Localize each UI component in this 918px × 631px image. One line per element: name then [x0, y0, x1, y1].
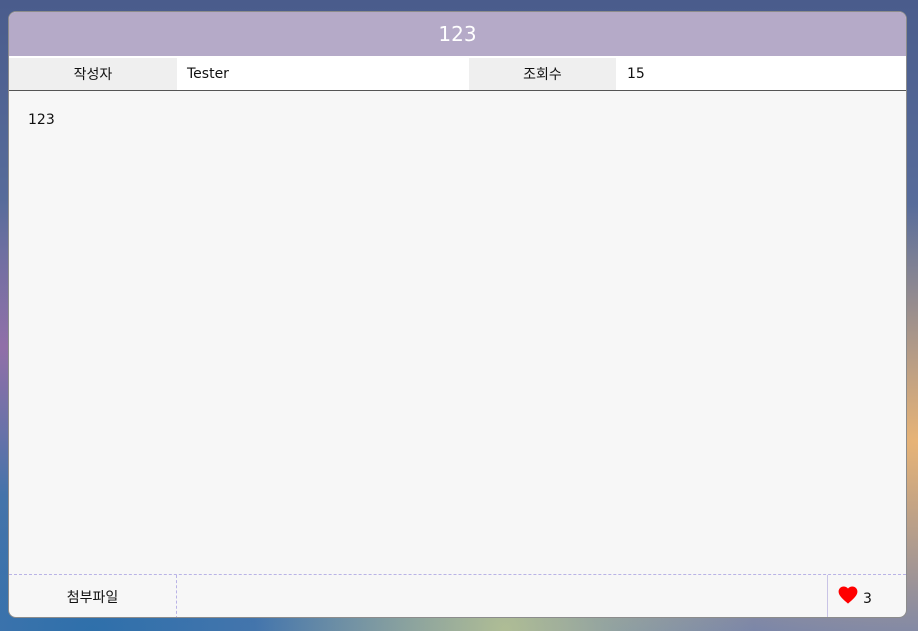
post-meta-row: 작성자 Tester 조회수 15 — [9, 56, 906, 91]
post-card: 123 작성자 Tester 조회수 15 123 첨부파일 3 — [8, 11, 907, 618]
attachment-label: 첨부파일 — [9, 575, 177, 617]
views-label: 조회수 — [469, 58, 616, 90]
post-title: 123 — [9, 12, 906, 56]
views-value: 15 — [627, 66, 645, 82]
like-count: 3 — [863, 591, 872, 607]
author-label: 작성자 — [9, 58, 177, 90]
heart-icon[interactable] — [838, 586, 858, 604]
post-content: 123 — [28, 112, 55, 128]
like-button[interactable]: 3 — [827, 575, 906, 617]
post-footer: 첨부파일 3 — [9, 574, 906, 617]
author-value: Tester — [187, 66, 229, 82]
